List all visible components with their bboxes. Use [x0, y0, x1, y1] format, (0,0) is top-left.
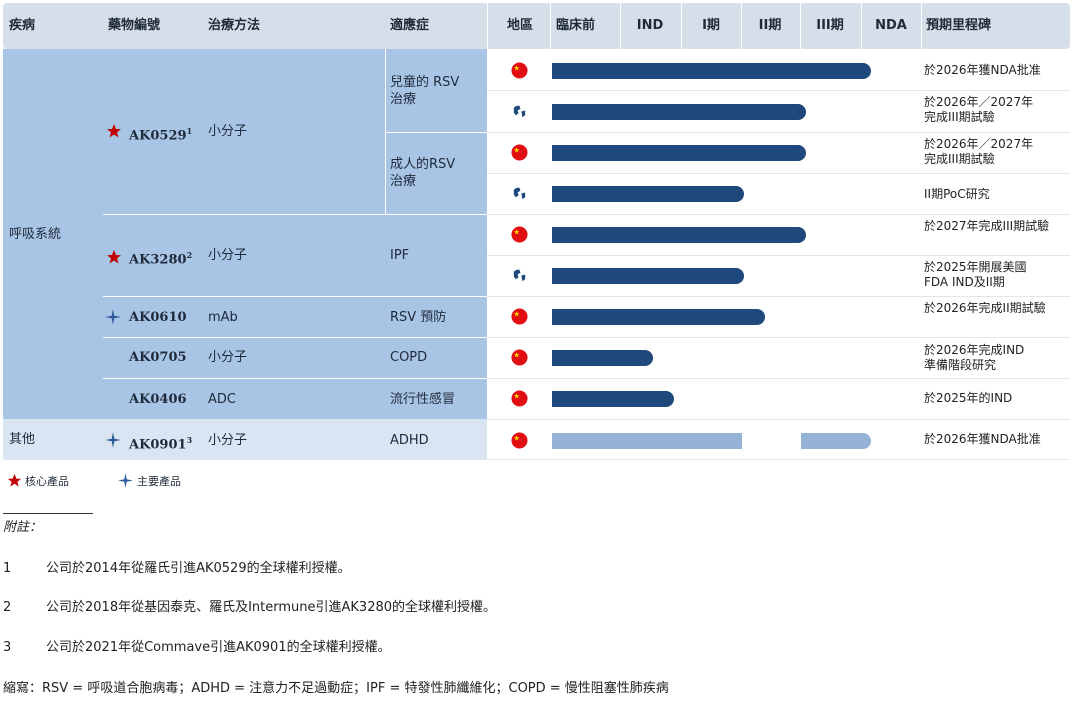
- header-indication: 適應症: [390, 18, 430, 33]
- china-flag-icon: [511, 226, 528, 243]
- note-2-num: 2: [3, 600, 12, 615]
- indication-adult-rsv-2: 治療: [390, 174, 417, 189]
- milestone: 於2026年完成II期試驗: [924, 301, 1046, 315]
- core-product-star-icon: [107, 124, 121, 138]
- progress-bar-segment: [552, 433, 742, 449]
- progress-bar: [552, 227, 806, 243]
- progress-bar: [552, 268, 744, 284]
- indication-adult-rsv-1: 成人的RSV: [390, 157, 456, 172]
- milestone: II期PoC研究: [924, 187, 990, 201]
- header-drug: 藥物編號: [108, 18, 161, 33]
- method-ak0406: ADC: [208, 392, 236, 407]
- milestone: 於2027年完成III期試驗: [924, 219, 1050, 233]
- drug-ak0705: AK0705: [129, 350, 187, 365]
- method-ak0705: 小分子: [208, 350, 248, 365]
- milestone: 於2026年／2027年: [924, 137, 1034, 151]
- method-ak0529: 小分子: [208, 124, 248, 139]
- milestone: 於2025年的IND: [924, 391, 1013, 405]
- header-ind: IND: [636, 18, 664, 33]
- header-nda: NDA: [875, 18, 907, 33]
- indication-adhd: ADHD: [390, 433, 429, 448]
- core-product-star-icon: [107, 250, 121, 264]
- drug-ak3280: AK32802: [129, 250, 193, 268]
- china-flag-icon: [511, 144, 528, 161]
- milestone: 完成III期試驗: [924, 152, 995, 166]
- globe-icon: [511, 103, 528, 120]
- notes-title: 附註：: [3, 520, 43, 535]
- header-preclinical: 臨床前: [556, 18, 596, 33]
- china-flag-icon: [511, 432, 528, 449]
- indication-ipf: IPF: [390, 248, 410, 263]
- key-product-cross-star-icon: [105, 309, 121, 325]
- note-3-num: 3: [3, 640, 12, 655]
- progress-bar: [552, 63, 871, 79]
- header-phase2: II期: [758, 18, 782, 33]
- legend-key-product: 主要產品: [137, 475, 181, 488]
- header-method: 治療方法: [208, 18, 261, 33]
- indication-children-rsv-1: 兒童的 RSV: [390, 75, 460, 90]
- legend-core-product: 核心產品: [25, 475, 69, 488]
- china-flag-icon: [511, 308, 528, 325]
- header-disease: 疾病: [9, 18, 36, 33]
- progress-bar: [552, 309, 765, 325]
- core-product-star-icon: [7, 473, 22, 487]
- drug-ak0610: AK0610: [129, 310, 187, 325]
- milestone: 於2026年完成IND: [924, 343, 1025, 357]
- progress-bar: [552, 186, 744, 202]
- progress-bar: [552, 145, 806, 161]
- china-flag-icon: [511, 349, 528, 366]
- method-ak0610: mAb: [208, 310, 238, 325]
- progress-bar: [552, 391, 674, 407]
- method-ak0901: 小分子: [208, 433, 248, 448]
- header-region: 地區: [506, 18, 533, 33]
- milestone: 於2026年獲NDA批准: [924, 63, 1041, 77]
- header-milestone: 預期里程碑: [926, 18, 992, 33]
- drug-ak0529: AK05291: [129, 126, 193, 144]
- globe-icon: [511, 267, 528, 284]
- indication-children-rsv-2: 治療: [390, 92, 417, 107]
- notes-divider: [3, 513, 93, 514]
- note-1-num: 1: [3, 561, 12, 576]
- progress-bar-segment: [801, 433, 871, 449]
- china-flag-icon: [511, 62, 528, 79]
- key-product-cross-star-icon: [118, 473, 133, 488]
- abbreviations: 縮寫：RSV = 呼吸道合胞病毒；ADHD = 注意力不足過動症；IPF = 特…: [3, 681, 669, 696]
- header-phase1: I期: [702, 18, 720, 33]
- key-product-cross-star-icon: [105, 432, 121, 448]
- note-3-text: 公司於2021年從Commave引進AK0901的全球權利授權。: [46, 640, 391, 655]
- drug-ak0901: AK09013: [129, 435, 193, 453]
- milestone: FDA IND及II期: [924, 275, 1005, 289]
- note-1-text: 公司於2014年從羅氏引進AK0529的全球權利授權。: [46, 561, 351, 576]
- indication-copd: COPD: [390, 350, 428, 365]
- drug-ak0406: AK0406: [129, 392, 187, 407]
- group-respiratory: 呼吸系統: [9, 227, 62, 242]
- progress-bar: [552, 350, 653, 366]
- milestone: 於2026年／2027年: [924, 95, 1034, 109]
- milestone: 準備階段研究: [924, 358, 997, 372]
- globe-icon: [511, 185, 528, 202]
- progress-bar: [552, 104, 806, 120]
- method-ak3280: 小分子: [208, 248, 248, 263]
- china-flag-icon: [511, 390, 528, 407]
- indication-influenza: 流行性感冒: [390, 392, 456, 407]
- group-other: 其他: [9, 432, 36, 447]
- header-phase3: III期: [816, 18, 844, 33]
- note-2-text: 公司於2018年從基因泰克、羅氏及Intermune引進AK3280的全球權利授…: [46, 600, 497, 615]
- milestone: 完成III期試驗: [924, 110, 995, 124]
- milestone: 於2025年開展美國: [924, 260, 1027, 274]
- milestone: 於2026年獲NDA批准: [924, 432, 1041, 446]
- indication-rsv-prevention: RSV 預防: [390, 310, 447, 325]
